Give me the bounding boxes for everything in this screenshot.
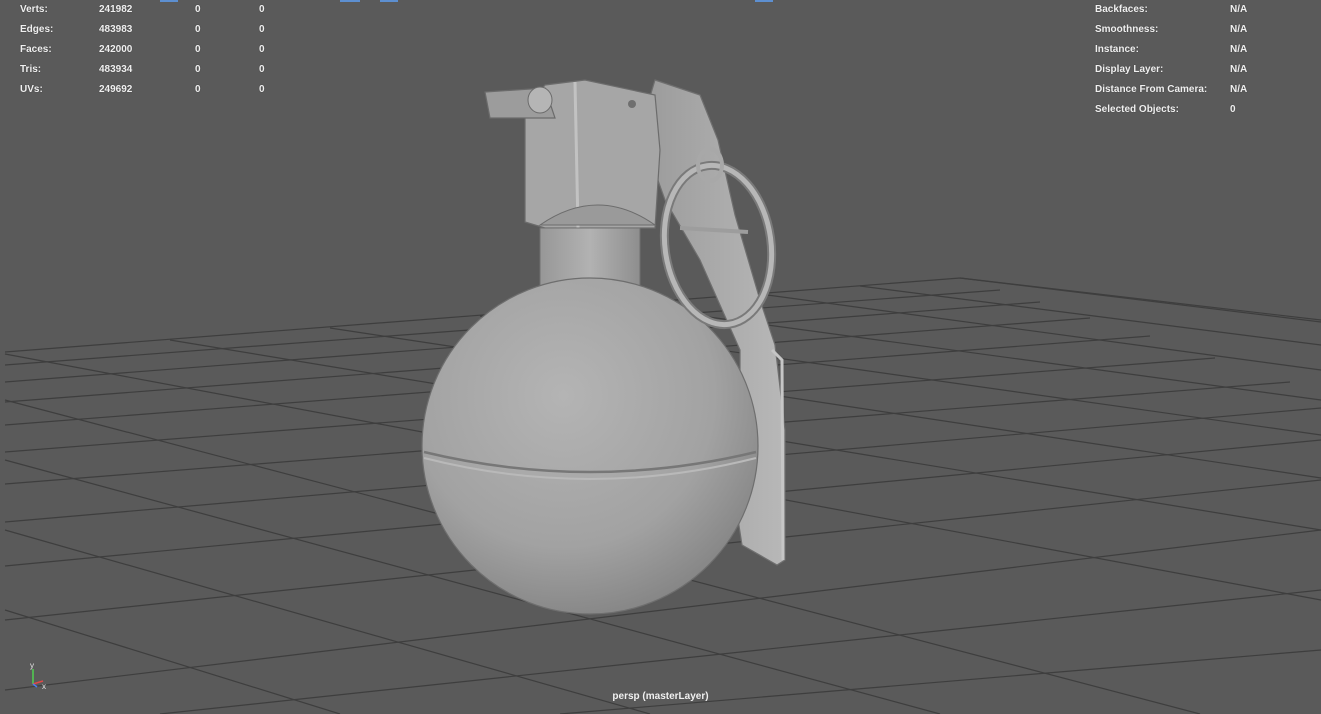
- hud-row-instance: Instance: N/A: [1095, 40, 1247, 60]
- hud-row-smoothness: Smoothness: N/A: [1095, 20, 1247, 40]
- hud-value-component: 0: [259, 84, 265, 95]
- hud-label: Distance From Camera:: [1095, 84, 1208, 95]
- hud-label: Tris:: [20, 64, 42, 75]
- hud-label: UVs:: [20, 84, 43, 95]
- hud-value: N/A: [1230, 4, 1248, 15]
- hud-value-total: 249692: [99, 84, 133, 95]
- hud-value-component: 0: [259, 44, 265, 55]
- hud-value-component: 0: [259, 4, 265, 15]
- hud-row-display-layer: Display Layer: N/A: [1095, 60, 1247, 80]
- hud-value: 0: [1230, 104, 1236, 115]
- grenade-body: [421, 277, 759, 615]
- hud-value-total: 242000: [99, 44, 133, 55]
- hud-row-distance-from-camera: Distance From Camera: N/A: [1095, 80, 1247, 100]
- poly-count-hud: Verts: 241982 0 0 Edges: 483983 0 0 Face…: [20, 0, 299, 100]
- hud-row-faces: Faces: 242000 0 0: [20, 40, 299, 60]
- hud-label: Display Layer:: [1095, 64, 1164, 75]
- camera-label: persp (masterLayer): [612, 691, 709, 702]
- hud-label: Smoothness:: [1095, 24, 1159, 35]
- axis-x-label: x: [42, 682, 46, 690]
- axis-y-label: y: [30, 661, 34, 670]
- hud-value-total: 483983: [99, 24, 133, 35]
- hud-value-selected: 0: [195, 84, 201, 95]
- hud-label: Faces:: [20, 44, 52, 55]
- hud-row-selected-objects: Selected Objects: 0: [1095, 100, 1247, 120]
- hud-value-total: 241982: [99, 4, 133, 15]
- hud-value-component: 0: [259, 24, 265, 35]
- hud-row-backfaces: Backfaces: N/A: [1095, 0, 1247, 20]
- hud-label: Backfaces:: [1095, 4, 1148, 15]
- hud-label: Selected Objects:: [1095, 104, 1179, 115]
- hud-row-edges: Edges: 483983 0 0: [20, 20, 299, 40]
- hud-value-component: 0: [259, 64, 265, 75]
- hud-row-tris: Tris: 483934 0 0: [20, 60, 299, 80]
- grenade-fuze-housing: [484, 79, 661, 229]
- grenade-model[interactable]: [421, 79, 786, 615]
- perspective-viewport[interactable]: Verts: 241982 0 0 Edges: 483983 0 0 Face…: [0, 0, 1321, 714]
- hud-value: N/A: [1230, 64, 1248, 75]
- hud-value-selected: 0: [195, 4, 201, 15]
- hud-value-selected: 0: [195, 44, 201, 55]
- hud-label: Edges:: [20, 24, 54, 35]
- hud-row-uvs: UVs: 249692 0 0: [20, 80, 299, 100]
- hud-value-selected: 0: [195, 64, 201, 75]
- hud-value-total: 483934: [99, 64, 133, 75]
- hud-row-verts: Verts: 241982 0 0: [20, 0, 299, 20]
- hud-label: Verts:: [20, 4, 48, 15]
- hud-value: N/A: [1230, 24, 1248, 35]
- hud-value-selected: 0: [195, 24, 201, 35]
- object-details-hud: Backfaces: N/A Smoothness: N/A Instance:…: [1095, 0, 1247, 120]
- hud-value: N/A: [1230, 44, 1248, 55]
- axis-gizmo-icon: y x: [30, 661, 46, 690]
- hud-value: N/A: [1230, 84, 1248, 95]
- hud-label: Instance:: [1095, 44, 1139, 55]
